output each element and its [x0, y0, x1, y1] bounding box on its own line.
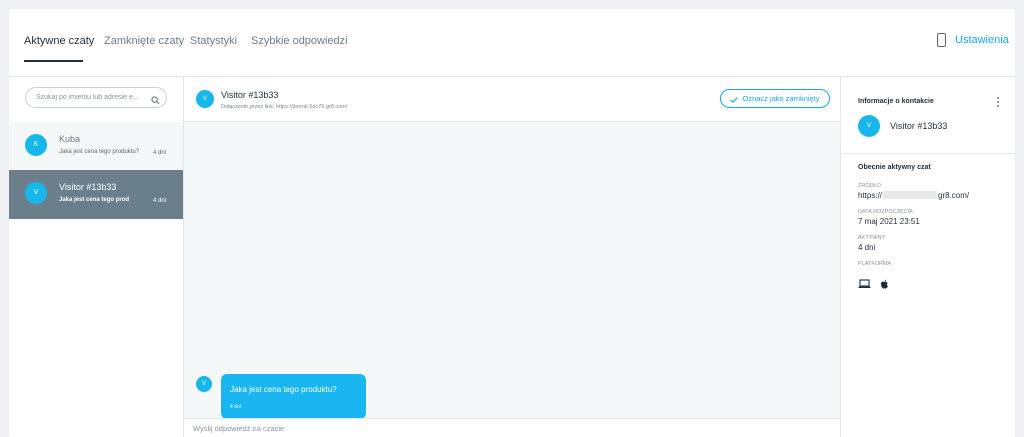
tab-statistics[interactable]: Statystyki: [190, 35, 237, 47]
contact-name: Visitor #13b33: [890, 121, 948, 131]
chat-name: Kuba: [59, 134, 81, 144]
join-link-text: Dołączenie przez link: https://jbronk-5d…: [221, 104, 348, 110]
avatar: K: [25, 134, 47, 156]
chat-last-message: Jaka jest cena tego produktu?: [59, 149, 140, 155]
chat-last-message: Jaka jest cena tego prod: [59, 197, 130, 203]
start-date-label: Data rozpoczęcia: [858, 209, 913, 215]
message-time: 4 dni: [230, 404, 241, 410]
source-value: https:// gr8.com/: [858, 191, 969, 200]
active-label: Aktywny: [858, 235, 886, 241]
reply-bar: [184, 418, 840, 437]
chat-name: Visitor #13b33: [59, 182, 117, 192]
tab-closed-chats[interactable]: Zamknięte czaty: [104, 35, 184, 47]
chat-list-item-selected[interactable]: V Visitor #13b33 Jaka jest cena tego pro…: [9, 170, 183, 219]
app-window: Aktywne czaty Zamknięte czaty Statystyki…: [9, 9, 1015, 437]
platform-label: Platforma: [858, 261, 892, 267]
platform-icons: [858, 276, 889, 294]
reply-input[interactable]: [193, 423, 593, 434]
top-navigation: Aktywne czaty Zamknięte czaty Statystyki…: [9, 9, 1015, 77]
phone-icon: [937, 33, 946, 47]
avatar: V: [196, 90, 214, 108]
avatar: V: [196, 376, 212, 392]
source-label: Źródło: [858, 183, 881, 189]
check-icon: [730, 90, 739, 108]
search-box: [25, 87, 167, 108]
start-date-value: 7 maj 2021 23:51: [858, 217, 920, 226]
search-icon[interactable]: [151, 92, 160, 110]
chat-time: 4 dni: [153, 198, 167, 204]
contact-info-title: Informacje o kontakcie: [858, 98, 934, 105]
chat-list-item[interactable]: K Kuba Jaka jest cena tego produktu? 4 d…: [9, 122, 183, 171]
apple-icon: [880, 276, 889, 294]
tab-quick-replies[interactable]: Szybkie odpowiedzi: [251, 35, 348, 47]
message-text: Jaka jest cena tego produktu?: [230, 385, 337, 394]
message-bubble: Jaka jest cena tego produktu? 4 dni: [221, 374, 366, 419]
conversation-title: Visitor #13b33: [221, 90, 279, 100]
avatar: V: [858, 115, 880, 137]
mark-closed-button[interactable]: Oznacz jako zamknięty: [720, 89, 830, 108]
source-prefix: https://: [858, 191, 883, 200]
mark-closed-label: Oznacz jako zamknięty: [742, 94, 820, 103]
active-tab-indicator: [24, 60, 83, 62]
conversation-header: V Visitor #13b33 Dołączenie przez link: …: [184, 77, 840, 122]
settings-label: Ustawienia: [955, 34, 1009, 46]
chat-time: 4 dni: [153, 150, 167, 156]
search-input[interactable]: [36, 91, 146, 103]
chat-list-panel: K Kuba Jaka jest cena tego produktu? 4 d…: [9, 77, 184, 437]
avatar: V: [25, 182, 47, 204]
settings-link[interactable]: Ustawienia: [937, 33, 1009, 47]
laptop-icon: [858, 276, 871, 294]
redacted-block: [883, 191, 938, 199]
conversation-panel: V Visitor #13b33 Dołączenie przez link: …: [184, 77, 840, 437]
more-options-icon[interactable]: [996, 97, 1000, 108]
active-chat-heading: Obecnie aktywny czat: [858, 164, 931, 171]
source-suffix: gr8.com/: [938, 191, 970, 200]
active-value: 4 dni: [858, 243, 876, 252]
tab-active-chats[interactable]: Aktywne czaty: [24, 35, 94, 47]
divider: [841, 153, 1015, 154]
contact-info-panel: Informacje o kontakcie V Visitor #13b33 …: [840, 77, 1015, 437]
